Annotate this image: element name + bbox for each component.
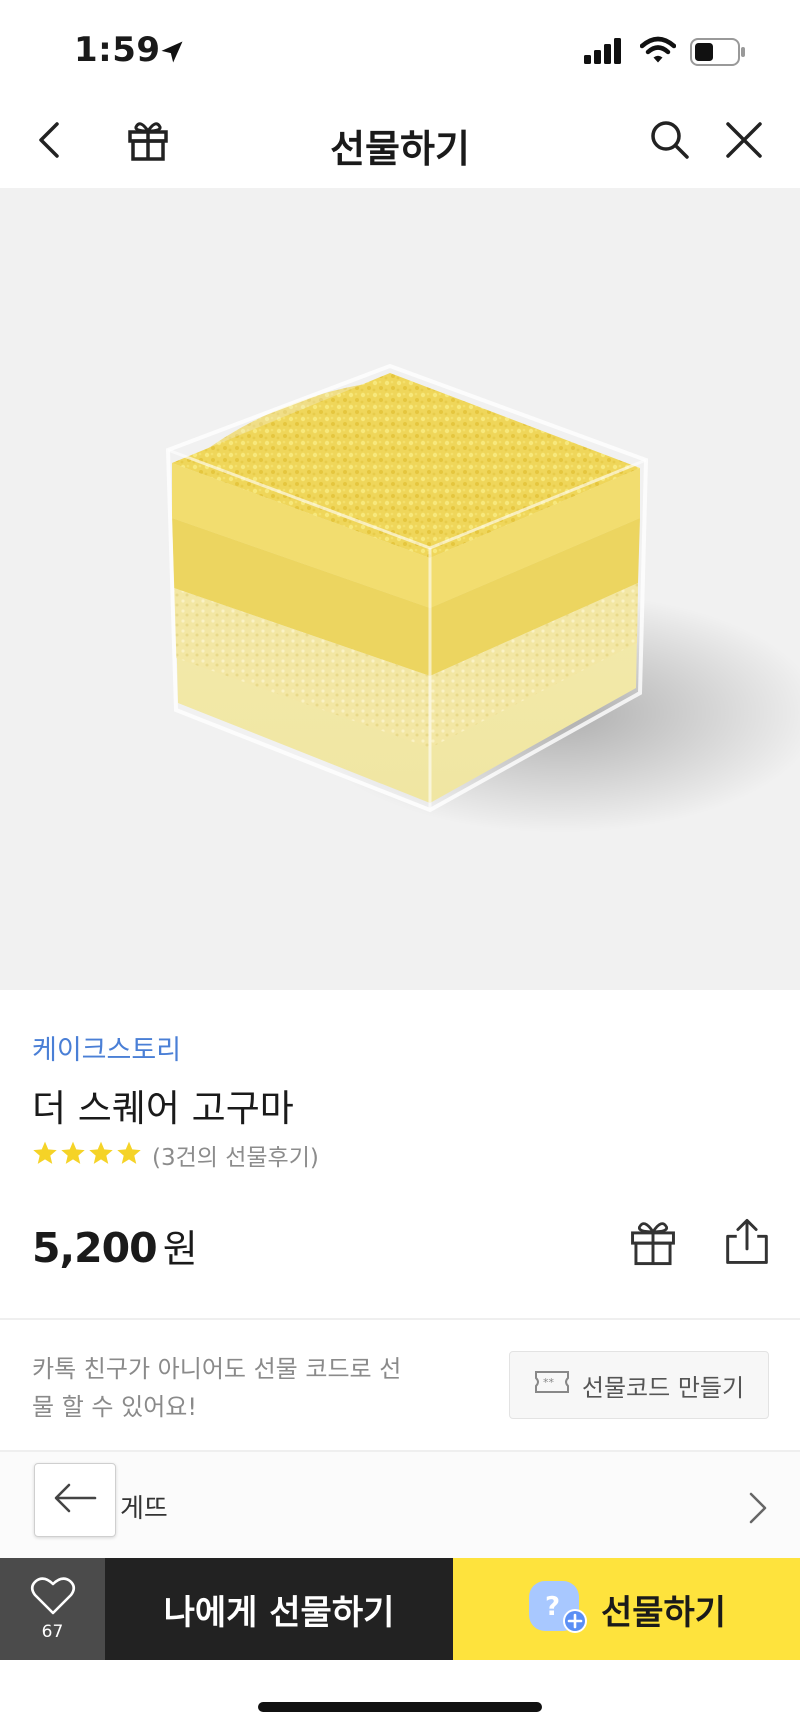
- gift-code-description: 카톡 친구가 아니어도 선물 코드로 선물 할 수 있어요!: [32, 1355, 402, 1421]
- location-arrow-icon: [158, 38, 186, 70]
- arrow-left-icon: [51, 1480, 99, 1520]
- review-count: (3건의 선물후기): [152, 1145, 319, 1171]
- brand-name[interactable]: 케이크스토리: [32, 1028, 181, 1067]
- price-unit: 원: [162, 1227, 198, 1271]
- chevron-right-icon: [746, 1490, 770, 1530]
- product-name: 더 스퀘어 고구마: [32, 1087, 294, 1130]
- send-gift-button[interactable]: ? 선물하기: [453, 1558, 800, 1660]
- floating-back-button[interactable]: [34, 1463, 116, 1537]
- rating-row[interactable]: (3건의 선물후기): [32, 1140, 319, 1171]
- close-button[interactable]: [716, 114, 772, 170]
- close-icon: [725, 121, 763, 163]
- svg-text:?: ?: [545, 1592, 560, 1622]
- star-icon: [32, 1140, 58, 1170]
- star-icon: [116, 1140, 142, 1170]
- send-gift-label: 선물하기: [600, 1592, 727, 1633]
- home-indicator: [258, 1702, 542, 1712]
- gift-code-icon: **: [534, 1368, 570, 1402]
- search-button[interactable]: [642, 114, 698, 170]
- price-value: 5,200: [32, 1224, 158, 1272]
- bottom-action-bar: 67 나에게 선물하기 ? 선물하기: [0, 1558, 800, 1660]
- gift-wrap-button[interactable]: [623, 1214, 683, 1274]
- status-time: 1:59: [74, 30, 161, 70]
- share-button[interactable]: [717, 1214, 777, 1274]
- nav-bar: 선물하기: [0, 96, 800, 188]
- share-icon: [722, 1217, 772, 1271]
- heart-icon: [30, 1576, 76, 1620]
- create-gift-code-label: 선물코드 만들기: [581, 1373, 745, 1402]
- category-link-label: 게뜨: [120, 1494, 168, 1524]
- status-bar: 1:59: [0, 0, 800, 96]
- gift-to-self-button[interactable]: 나에게 선물하기: [105, 1558, 453, 1660]
- create-gift-code-button[interactable]: ** 선물코드 만들기: [509, 1351, 769, 1419]
- divider: [0, 1318, 800, 1320]
- price: 5,200 원: [32, 1218, 198, 1273]
- battery-icon: [690, 38, 746, 70]
- svg-text:**: **: [543, 1376, 555, 1389]
- star-icon: [88, 1140, 114, 1170]
- cellular-signal-icon: [584, 38, 624, 68]
- wifi-icon: [639, 36, 677, 68]
- gift-icon: [628, 1217, 678, 1271]
- wish-button[interactable]: 67: [0, 1558, 105, 1660]
- star-icon: [60, 1140, 86, 1170]
- wish-count: 67: [41, 1622, 64, 1642]
- search-icon: [649, 119, 691, 165]
- gift-friend-icon: ?: [527, 1577, 589, 1641]
- product-image: [0, 188, 800, 990]
- star-rating: [32, 1140, 142, 1170]
- category-link-row[interactable]: 게뜨: [0, 1452, 800, 1558]
